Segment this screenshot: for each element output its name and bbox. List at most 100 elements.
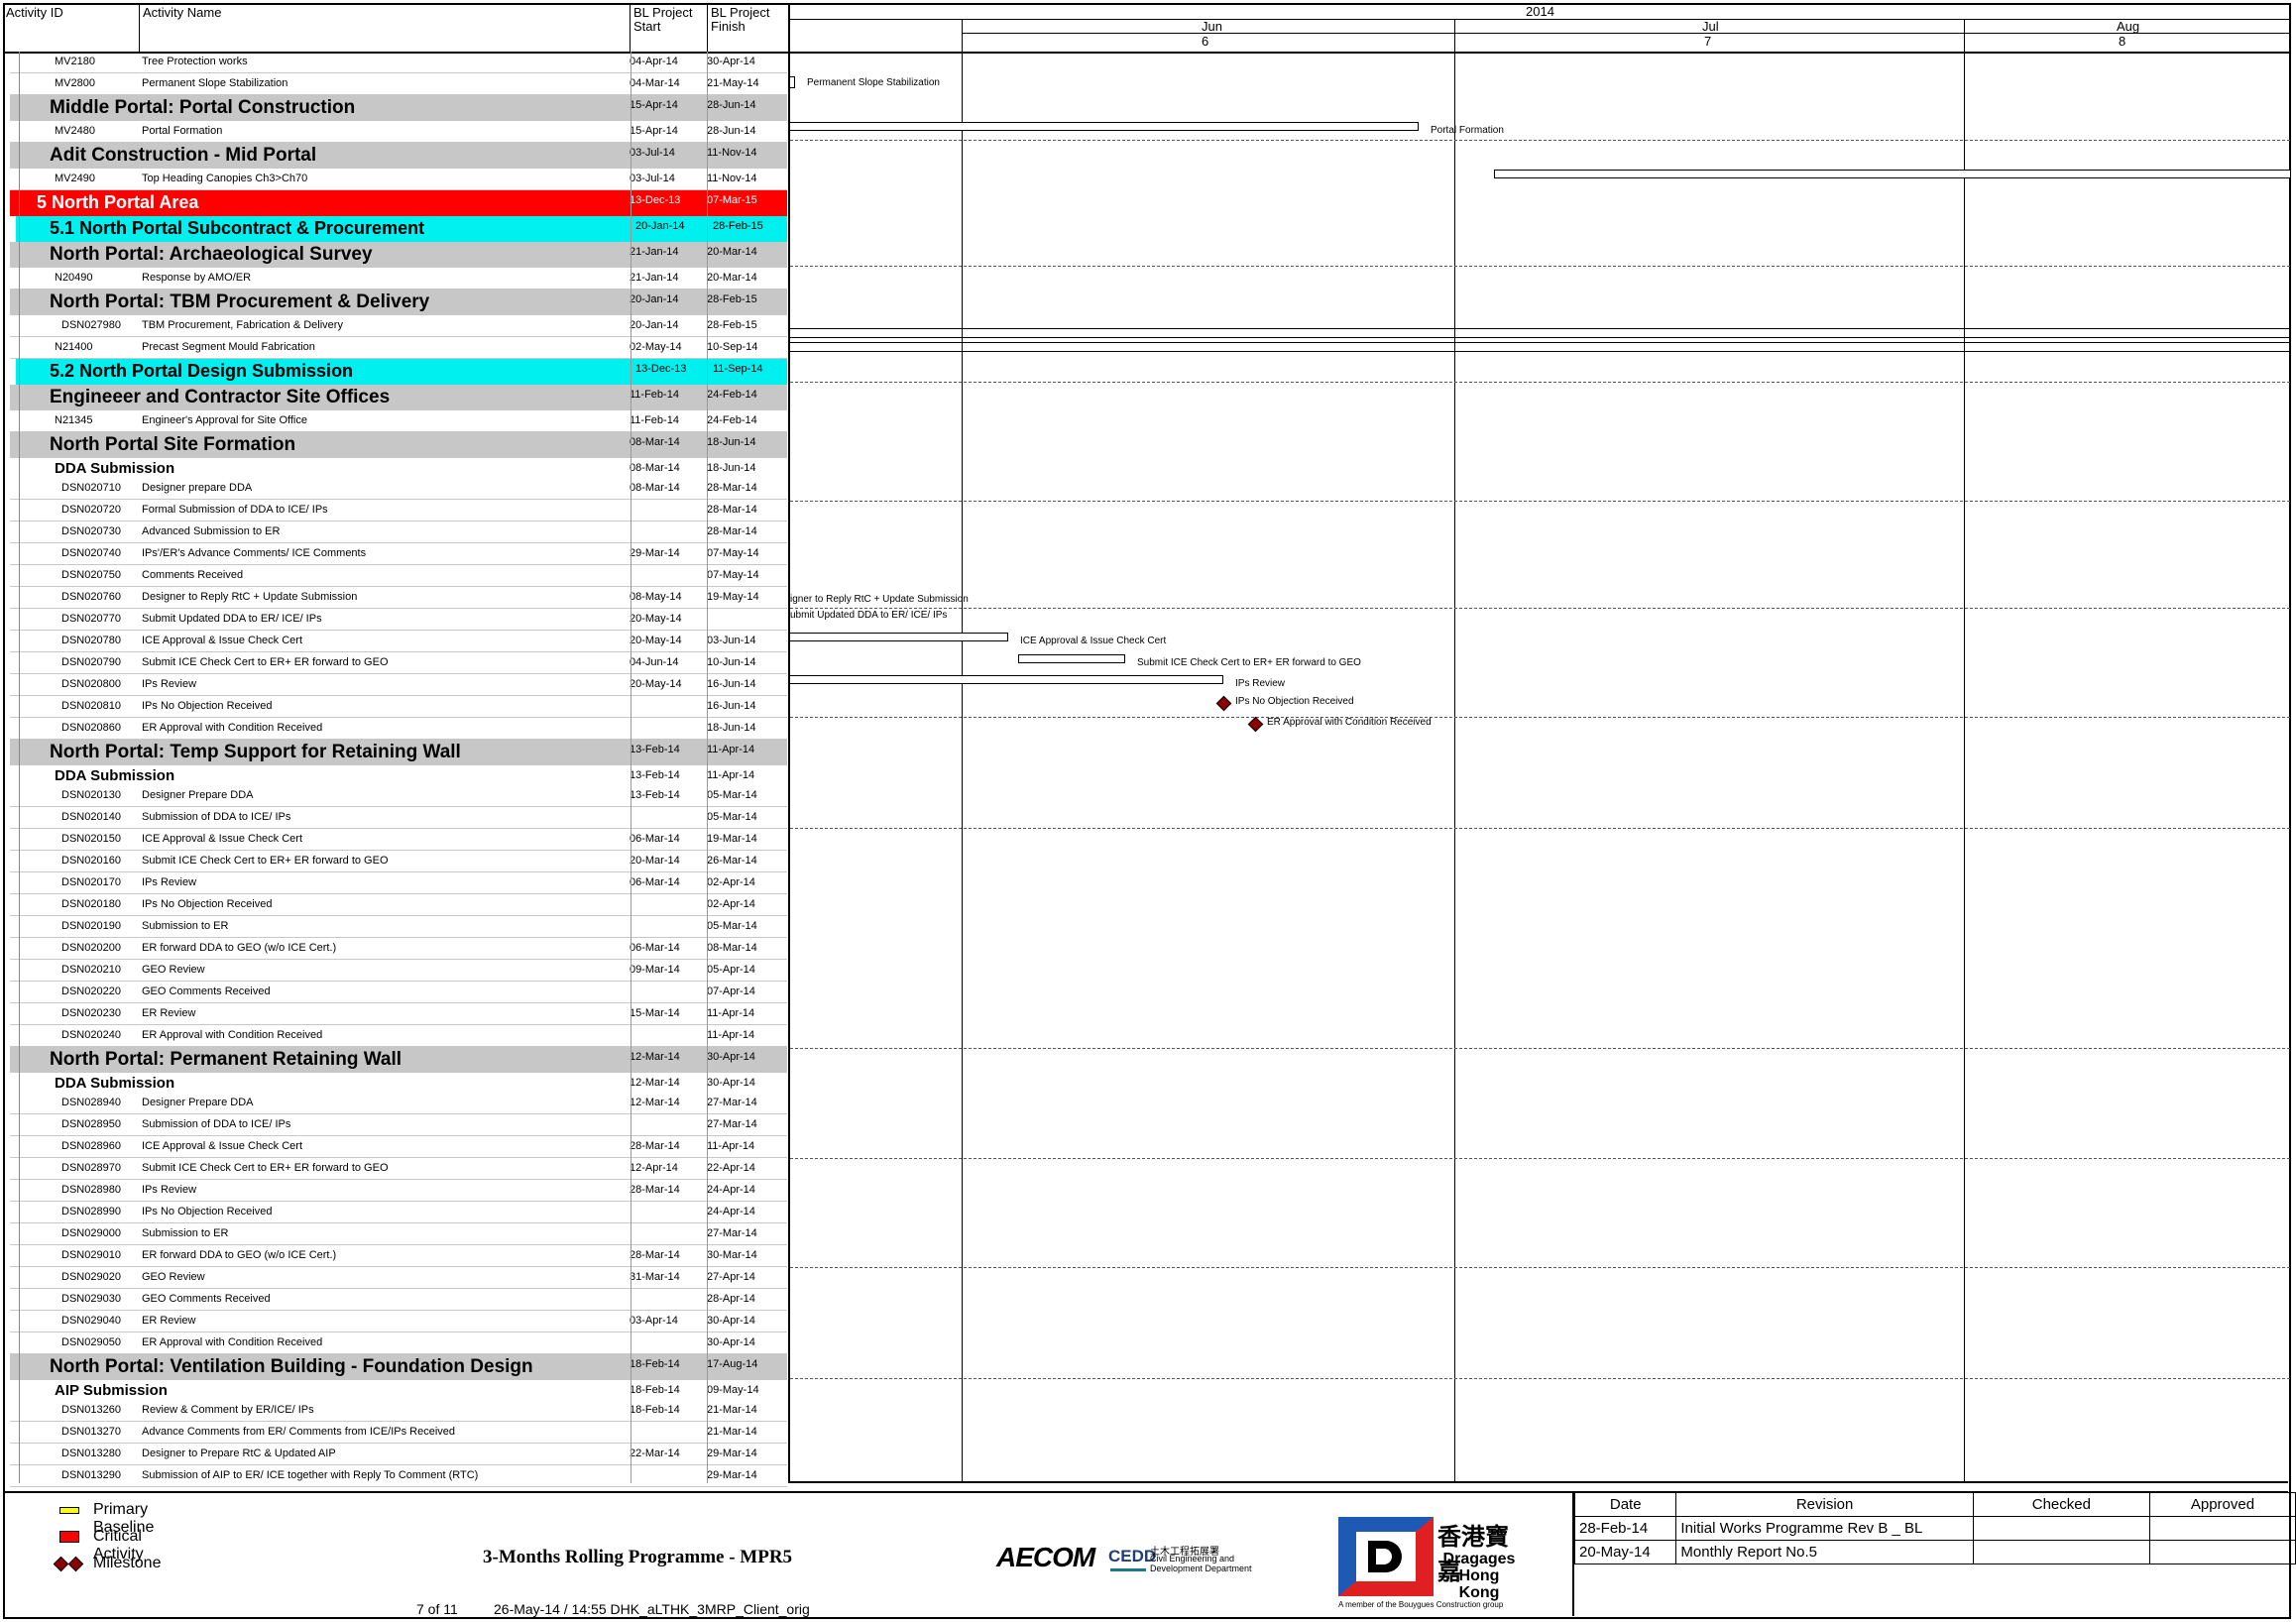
- table-row[interactable]: MV2480 Portal Formation 15-Apr-14 28-Jun-14: [10, 121, 787, 143]
- table-row[interactable]: DSN020210 GEO Review 09-Mar-14 05-Apr-14: [10, 960, 787, 982]
- table-row[interactable]: DSN020740 IPs'/ER's Advance Comments/ ICE…: [10, 543, 787, 565]
- table-row[interactable]: DSN020810 IPs No Objection Received 16-Jun…: [10, 696, 787, 718]
- wbs-group-row[interactable]: Middle Portal: Portal Construction 15-Apr…: [10, 95, 787, 121]
- milestone-ips-no-objection[interactable]: [1215, 695, 1232, 712]
- finish-date: 28-Feb-15: [707, 293, 757, 305]
- finish-date: 26-Mar-14: [707, 855, 757, 867]
- bar-submit-ice[interactable]: [1018, 654, 1125, 663]
- table-row[interactable]: DSN013280 Designer to Prepare RtC & Updat…: [10, 1444, 787, 1465]
- table-row[interactable]: DSN020220 GEO Comments Received 07-Apr-14: [10, 982, 787, 1003]
- table-row[interactable]: DSN020800 IPs Review 20-May-14 16-Jun-14: [10, 674, 787, 696]
- table-row[interactable]: DSN020710 Designer prepare DDA 08-Mar-14 28…: [10, 478, 787, 500]
- activity-id: DSN020130: [61, 789, 121, 801]
- table-row[interactable]: DSN020240 ER Approval with Condition Rece…: [10, 1025, 787, 1047]
- table-row[interactable]: DSN029030 GEO Comments Received 28-Apr-14: [10, 1289, 787, 1311]
- table-row[interactable]: DSN029010 ER forward DDA to GEO (w/o ICE …: [10, 1245, 787, 1267]
- table-row[interactable]: DSN020760 Designer to Reply RtC + Update …: [10, 587, 787, 609]
- sub-group-row[interactable]: DDA Submission 12-Mar-14 30-Apr-14: [10, 1073, 787, 1093]
- table-row[interactable]: MV2800 Permanent Slope Stabilization 04-Ma…: [10, 73, 787, 95]
- table-row[interactable]: DSN020150 ICE Approval & Issue Check Cert…: [10, 829, 787, 851]
- wbs-group-row[interactable]: 5.2 North Portal Design Submission 13-Dec…: [16, 359, 787, 385]
- table-row[interactable]: MV2490 Top Heading Canopies Ch3>Ch70 03-Ju…: [10, 169, 787, 190]
- bar-slope[interactable]: [790, 76, 795, 88]
- sub-group-row[interactable]: AIP Submission 18-Feb-14 09-May-14: [10, 1380, 787, 1400]
- wbs-group-row[interactable]: Adit Construction - Mid Portal 03-Jul-14 1…: [10, 143, 787, 169]
- start-date: 04-Apr-14: [630, 56, 678, 67]
- activity-id: DSN027980: [61, 319, 121, 331]
- table-row[interactable]: DSN020160 Submit ICE Check Cert to ER+ ER…: [10, 851, 787, 872]
- bar-ice-approval[interactable]: [790, 633, 1008, 641]
- table-row[interactable]: DSN020180 IPs No Objection Received 02-Apr…: [10, 894, 787, 916]
- table-row[interactable]: DSN020230 ER Review 15-Mar-14 11-Apr-14: [10, 1003, 787, 1025]
- start-date: 06-Mar-14: [630, 942, 680, 954]
- rev-date: 20-May-14: [1573, 1540, 1677, 1564]
- table-row[interactable]: DSN013290 Submission of AIP to ER/ ICE to…: [10, 1465, 787, 1487]
- activity-name: ER Review: [142, 1007, 196, 1019]
- column-header-start[interactable]: BL Project Start: [631, 5, 708, 52]
- table-row[interactable]: N21345 Engineer's Approval for Site Offic…: [10, 410, 787, 432]
- table-row[interactable]: DSN029000 Submission to ER 27-Mar-14: [10, 1223, 787, 1245]
- wbs-group-row[interactable]: 5.1 North Portal Subcontract & Procureme…: [16, 216, 787, 242]
- table-row[interactable]: DSN020140 Submission of DDA to ICE/ IPs 05…: [10, 807, 787, 829]
- activity-name: Submission of AIP to ER/ ICE together wi…: [142, 1469, 479, 1481]
- sub-group-row[interactable]: DDA Submission 13-Feb-14 11-Apr-14: [10, 765, 787, 785]
- bar-tbm-procurement[interactable]: [790, 328, 2290, 338]
- column-header-activity-name[interactable]: Activity Name: [140, 5, 631, 52]
- start-date: 11-Feb-14: [630, 389, 679, 401]
- bar-portal-formation[interactable]: [790, 122, 1419, 131]
- activity-name: ICE Approval & Issue Check Cert: [142, 635, 303, 646]
- table-row[interactable]: DSN029050 ER Approval with Condition Rece…: [10, 1332, 787, 1354]
- table-row[interactable]: DSN020730 Advanced Submission to ER 28-Mar…: [10, 521, 787, 543]
- table-row[interactable]: DSN028950 Submission of DDA to ICE/ IPs 27…: [10, 1114, 787, 1136]
- table-row[interactable]: DSN020130 Designer Prepare DDA 13-Feb-14 05…: [10, 785, 787, 807]
- wbs-group-row[interactable]: 5 North Portal Area 13-Dec-13 07-Mar-15: [10, 190, 787, 216]
- table-row[interactable]: DSN020720 Formal Submission of DDA to ICE…: [10, 500, 787, 521]
- finish-date: 27-Mar-14: [707, 1118, 757, 1130]
- month-aug: Aug: [2117, 19, 2140, 34]
- activity-id: DSN020240: [61, 1029, 121, 1041]
- wbs-group-row[interactable]: North Portal Site Formation 08-Mar-14 18-J…: [10, 432, 787, 458]
- table-row[interactable]: DSN029040 ER Review 03-Apr-14 30-Apr-14: [10, 1311, 787, 1332]
- milestone-er-approval[interactable]: [1247, 716, 1264, 733]
- finish-date: 20-Mar-14: [707, 246, 757, 258]
- column-header-finish[interactable]: BL Project Finish: [708, 5, 788, 52]
- wbs-group-row[interactable]: North Portal: Archaeological Survey 21-Ja…: [10, 242, 787, 268]
- table-header: Activity ID Activity Name BL Project Sta…: [3, 5, 788, 54]
- column-header-activity-id[interactable]: Activity ID: [3, 5, 140, 52]
- table-row[interactable]: DSN020750 Comments Received 07-May-14: [10, 565, 787, 587]
- wbs-group-row[interactable]: Engineeer and Contractor Site Offices 11-…: [10, 385, 787, 410]
- table-row[interactable]: DSN027980 TBM Procurement, Fabrication & …: [10, 315, 787, 337]
- start-date: 03-Jul-14: [630, 147, 675, 159]
- table-row[interactable]: DSN028970 Submit ICE Check Cert to ER+ ER…: [10, 1158, 787, 1180]
- table-row[interactable]: MV2180 Tree Protection works 04-Apr-14 30-A…: [10, 52, 787, 73]
- finish-date: 07-May-14: [707, 569, 759, 581]
- activity-name: Portal Formation: [142, 125, 223, 137]
- table-row[interactable]: DSN028990 IPs No Objection Received 24-Apr…: [10, 1202, 787, 1223]
- table-row[interactable]: N20490 Response by AMO/ER 21-Jan-14 20-Mar-…: [10, 268, 787, 290]
- table-row[interactable]: DSN020780 ICE Approval & Issue Check Cert…: [10, 631, 787, 652]
- table-row[interactable]: DSN028940 Designer Prepare DDA 12-Mar-14 27…: [10, 1093, 787, 1114]
- wbs-group-row[interactable]: North Portal: Ventilation Building - Fou…: [10, 1354, 787, 1380]
- table-row[interactable]: DSN028960 ICE Approval & Issue Check Cert…: [10, 1136, 787, 1158]
- table-row[interactable]: DSN020200 ER forward DDA to GEO (w/o ICE …: [10, 938, 787, 960]
- bar-top-heading[interactable]: [1494, 170, 2290, 178]
- wbs-group-row[interactable]: North Portal: TBM Procurement & Delivery…: [10, 290, 787, 315]
- start-date: 22-Mar-14: [630, 1448, 680, 1459]
- wbs-group-row[interactable]: North Portal: Permanent Retaining Wall 12…: [10, 1047, 787, 1073]
- sub-group-row[interactable]: DDA Submission 08-Mar-14 18-Jun-14: [10, 458, 787, 478]
- table-row[interactable]: DSN013260 Review & Comment by ER/ICE/ IPs…: [10, 1400, 787, 1422]
- bar-ips-review[interactable]: [790, 675, 1223, 684]
- table-row[interactable]: DSN029020 GEO Review 31-Mar-14 27-Apr-14: [10, 1267, 787, 1289]
- table-row[interactable]: N21400 Precast Segment Mould Fabrication 0…: [10, 337, 787, 359]
- finish-date: 02-Apr-14: [707, 876, 755, 888]
- table-row[interactable]: DSN013270 Advance Comments from ER/ Comme…: [10, 1422, 787, 1444]
- table-row[interactable]: DSN020860 ER Approval with Condition Rece…: [10, 718, 787, 740]
- wbs-group-row[interactable]: North Portal: Temp Support for Retaining…: [10, 740, 787, 765]
- table-row[interactable]: DSN020190 Submission to ER 05-Mar-14: [10, 916, 787, 938]
- bar-precast-mould[interactable]: [790, 342, 2290, 352]
- table-row[interactable]: DSN020770 Submit Updated DDA to ER/ ICE/ …: [10, 609, 787, 631]
- table-row[interactable]: DSN020170 IPs Review 06-Mar-14 02-Apr-14: [10, 872, 787, 894]
- table-row[interactable]: DSN028980 IPs Review 28-Mar-14 24-Apr-14: [10, 1180, 787, 1202]
- table-row[interactable]: DSN020790 Submit ICE Check Cert to ER+ ER…: [10, 652, 787, 674]
- start-date: 13-Feb-14: [630, 769, 680, 781]
